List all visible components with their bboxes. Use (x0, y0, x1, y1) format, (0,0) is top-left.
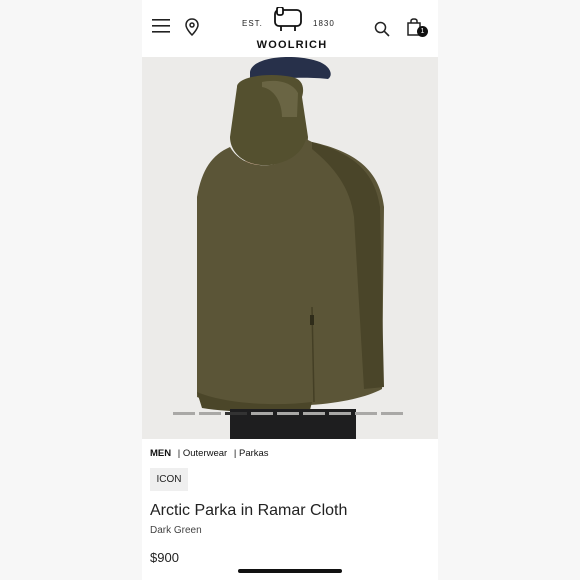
product-image[interactable] (142, 57, 438, 439)
gallery-dot[interactable] (251, 412, 273, 415)
brand-name: WOOLRICH (256, 39, 328, 51)
gallery-dot[interactable] (355, 412, 377, 415)
breadcrumb: MEN | Outerwear | Parkas (150, 448, 430, 462)
gallery-dot[interactable] (381, 412, 403, 415)
gallery-dot[interactable] (277, 412, 299, 415)
phone-screen: EST. 1830 WOOLRICH 1 MEN | Outerwear | P… (142, 0, 438, 580)
product-info: MEN | Outerwear | Parkas ICON Arctic Par… (150, 448, 430, 565)
logo-est: EST. (242, 19, 263, 28)
bag-count-badge: 1 (417, 26, 428, 37)
product-color: Dark Green (150, 525, 202, 536)
gallery-dot[interactable] (303, 412, 325, 415)
logo-year: 1830 (313, 19, 335, 28)
parka-photo (142, 57, 438, 439)
brand-logo[interactable]: EST. 1830 WOOLRICH (237, 6, 347, 54)
gallery-dot[interactable] (329, 412, 351, 415)
breadcrumb-outerwear[interactable]: | Outerwear (178, 448, 227, 459)
search-icon[interactable] (374, 21, 390, 37)
location-pin-icon[interactable] (184, 18, 200, 36)
breadcrumb-parkas[interactable]: | Parkas (234, 448, 269, 459)
gallery-dot[interactable] (173, 412, 195, 415)
product-name: Arctic Parka in Ramar Cloth (150, 502, 348, 519)
gallery-dot[interactable] (225, 412, 247, 415)
right-margin (438, 0, 580, 580)
gallery-dot[interactable] (199, 412, 221, 415)
home-indicator[interactable] (238, 569, 342, 573)
shopping-bag-button[interactable]: 1 (407, 18, 428, 38)
sheep-logo-icon (274, 7, 302, 31)
left-margin (0, 0, 142, 580)
product-price: $900 (150, 550, 179, 565)
breadcrumb-men[interactable]: MEN (150, 448, 171, 459)
menu-icon[interactable] (152, 18, 170, 34)
header: EST. 1830 WOOLRICH 1 (142, 0, 438, 57)
product-badge: ICON (150, 468, 188, 491)
